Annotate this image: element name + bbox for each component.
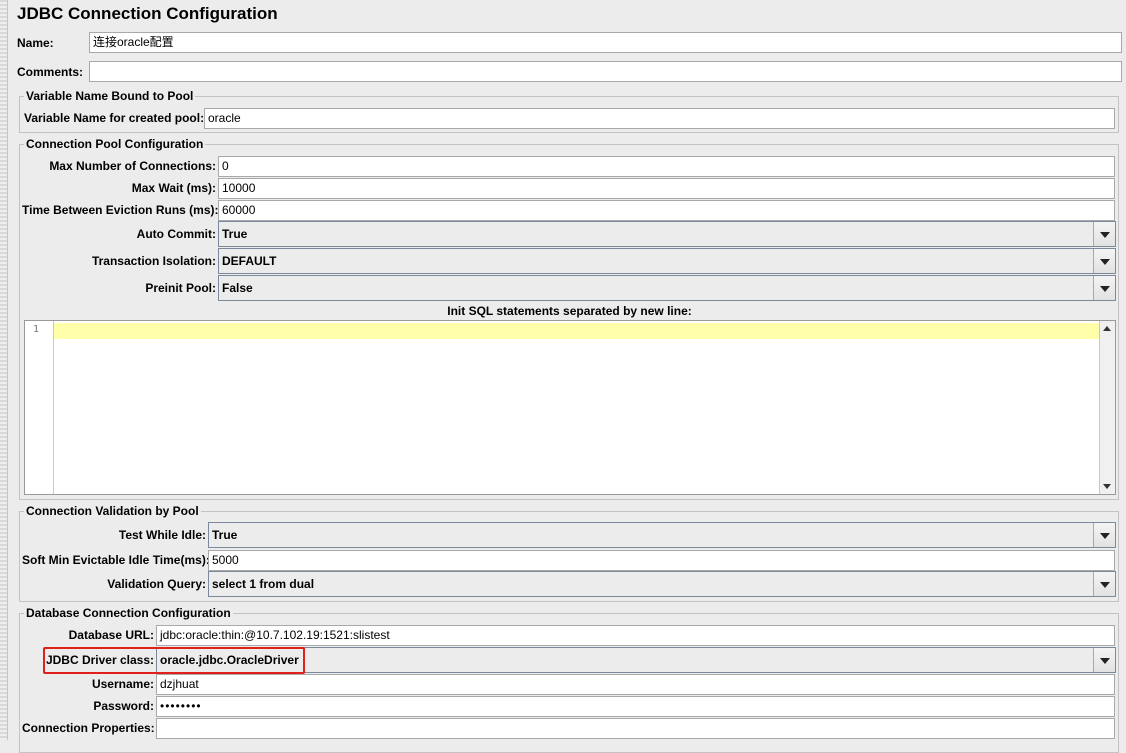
- vertical-scrollbar[interactable]: [1099, 321, 1115, 494]
- preinit-pool-select[interactable]: False: [218, 275, 1116, 301]
- connection-properties-input[interactable]: [156, 718, 1115, 739]
- chevron-down-icon[interactable]: [1093, 276, 1115, 300]
- password-label: Password:: [93, 699, 154, 713]
- eviction-runs-input[interactable]: 60000: [218, 200, 1115, 221]
- transaction-isolation-value: DEFAULT: [222, 254, 277, 268]
- variable-name-label: Variable Name for created pool:: [24, 111, 205, 125]
- max-connections-label: Max Number of Connections:: [49, 159, 216, 173]
- validation-legend: Connection Validation by Pool: [24, 504, 201, 518]
- chevron-down-icon[interactable]: [1093, 572, 1115, 596]
- auto-commit-value: True: [222, 227, 248, 241]
- soft-min-idle-label: Soft Min Evictable Idle Time(ms):: [22, 553, 210, 567]
- name-label: Name:: [17, 36, 54, 50]
- validation-query-label: Validation Query:: [107, 577, 206, 591]
- max-wait-input[interactable]: 10000: [218, 178, 1115, 199]
- auto-commit-label: Auto Commit:: [136, 227, 216, 241]
- auto-commit-select[interactable]: True: [218, 221, 1116, 247]
- preinit-pool-label: Preinit Pool:: [145, 281, 216, 295]
- chevron-down-icon[interactable]: [1093, 222, 1115, 246]
- connection-pool-legend: Connection Pool Configuration: [24, 137, 206, 151]
- variable-name-legend: Variable Name Bound to Pool: [24, 89, 196, 103]
- current-line-highlight: [54, 323, 1099, 339]
- eviction-runs-label: Time Between Eviction Runs (ms):: [22, 203, 219, 217]
- panel-splitter[interactable]: [0, 0, 8, 740]
- scroll-down-icon[interactable]: [1100, 479, 1115, 493]
- init-sql-label: Init SQL statements separated by new lin…: [447, 304, 692, 318]
- transaction-isolation-select[interactable]: DEFAULT: [218, 248, 1116, 274]
- database-legend: Database Connection Configuration: [24, 606, 233, 620]
- variable-name-input[interactable]: oracle: [204, 108, 1115, 129]
- page-title: JDBC Connection Configuration: [17, 4, 278, 23]
- chevron-down-icon[interactable]: [1093, 648, 1115, 672]
- preinit-pool-value: False: [222, 281, 253, 295]
- connection-properties-label: Connection Properties:: [22, 721, 155, 735]
- chevron-down-icon[interactable]: [1093, 249, 1115, 273]
- comments-label: Comments:: [17, 65, 84, 79]
- test-while-idle-label: Test While Idle:: [118, 528, 206, 542]
- chevron-down-icon[interactable]: [1093, 523, 1115, 547]
- password-input[interactable]: ••••••••: [156, 696, 1115, 717]
- init-sql-editor[interactable]: 1: [24, 320, 1116, 495]
- comments-input[interactable]: [89, 61, 1122, 82]
- username-input[interactable]: dzjhuat: [156, 674, 1115, 695]
- database-url-input[interactable]: jdbc:oracle:thin:@10.7.102.19:1521:slist…: [156, 625, 1115, 646]
- validation-query-value: select 1 from dual: [212, 577, 315, 591]
- validation-query-select[interactable]: select 1 from dual: [208, 571, 1116, 597]
- soft-min-idle-input[interactable]: 5000: [208, 550, 1115, 571]
- line-number-gutter: 1: [25, 321, 54, 494]
- test-while-idle-value: True: [212, 528, 238, 542]
- line-number: 1: [33, 324, 40, 335]
- scroll-up-icon[interactable]: [1100, 322, 1115, 336]
- name-input[interactable]: 连接oracle配置: [89, 32, 1122, 53]
- database-url-label: Database URL:: [68, 628, 154, 642]
- test-while-idle-select[interactable]: True: [208, 522, 1116, 548]
- transaction-isolation-label: Transaction Isolation:: [91, 254, 216, 268]
- max-connections-input[interactable]: 0: [218, 156, 1115, 177]
- username-label: Username:: [91, 677, 154, 691]
- annotation-highlight-box: [43, 647, 305, 674]
- max-wait-label: Max Wait (ms):: [131, 181, 216, 195]
